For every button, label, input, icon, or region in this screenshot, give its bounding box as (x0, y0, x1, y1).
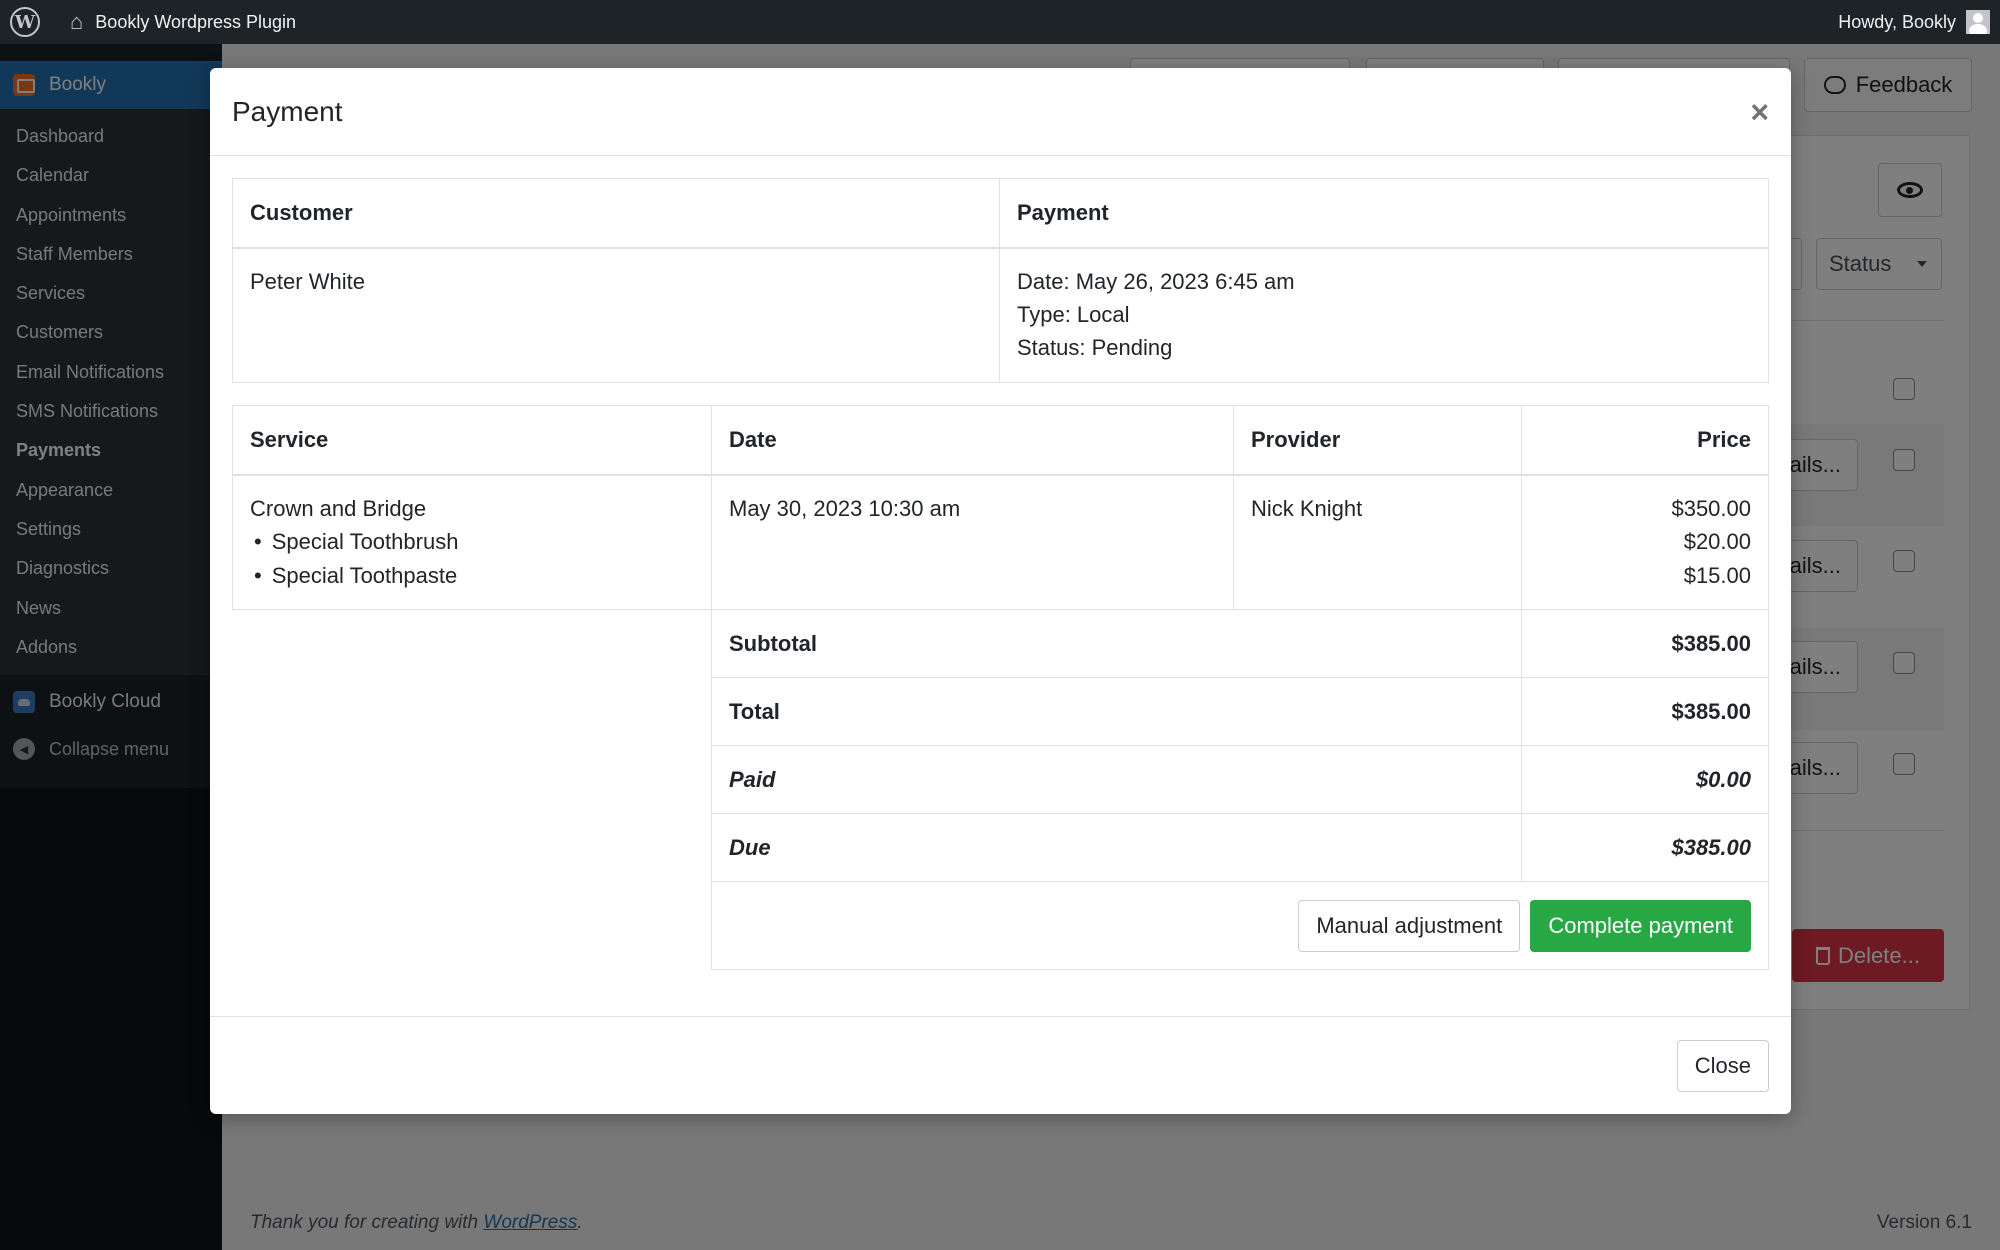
paid-row: Paid $0.00 (233, 745, 1769, 814)
modal-title: Payment (232, 95, 343, 127)
total-row: Total $385.00 (233, 677, 1769, 746)
close-button[interactable]: Close (1676, 1040, 1769, 1092)
payment-modal: Payment × Customer Payment Peter White D… (210, 68, 1791, 1114)
extra-price: $15.00 (1683, 562, 1751, 588)
table-row: Crown and Bridge Special Toothbrush Spec… (232, 474, 1769, 610)
admin-bar: W ⌂ Bookly Wordpress Plugin Howdy, Bookl… (0, 0, 2000, 44)
empty-cell (233, 882, 712, 970)
payment-header: Payment (999, 178, 1769, 249)
modal-header: Payment × (210, 68, 1791, 156)
service-cell: Crown and Bridge Special Toothbrush Spec… (232, 474, 712, 610)
site-name-link[interactable]: Bookly Wordpress Plugin (95, 12, 296, 33)
empty-cell (233, 746, 712, 814)
service-name: Crown and Bridge (250, 495, 427, 521)
customer-payment-table: Customer Payment Peter White Date: May 2… (232, 178, 1769, 383)
close-icon[interactable]: × (1750, 96, 1769, 128)
payment-status: Status: Pending (1017, 334, 1173, 360)
total-label: Total (711, 677, 1522, 746)
subtotal-value: $385.00 (1521, 609, 1769, 678)
payment-date: Date: May 26, 2023 6:45 am (1017, 268, 1295, 294)
paid-label: Paid (711, 745, 1522, 814)
extras-list: Special Toothbrush Special Toothpaste (250, 525, 694, 592)
provider-column-header: Provider (1233, 405, 1522, 476)
actions-row: Manual adjustment Complete payment (233, 881, 1769, 970)
wordpress-logo-icon[interactable]: W (10, 7, 40, 37)
payment-info: Date: May 26, 2023 6:45 am Type: Local S… (999, 247, 1769, 383)
paid-value: $0.00 (1521, 745, 1769, 814)
empty-cell (233, 678, 712, 746)
total-value: $385.00 (1521, 677, 1769, 746)
actions-cell: Manual adjustment Complete payment (711, 881, 1769, 970)
extra-price: $20.00 (1683, 529, 1751, 554)
customer-name: Peter White (232, 247, 1000, 383)
due-row: Due $385.00 (233, 813, 1769, 882)
home-icon[interactable]: ⌂ (70, 9, 83, 35)
payment-type: Type: Local (1017, 301, 1130, 327)
due-value: $385.00 (1521, 813, 1769, 882)
howdy-label: Howdy, Bookly (1838, 11, 1956, 32)
services-table: Service Date Provider Price Crown and Br… (232, 405, 1769, 970)
modal-body: Customer Payment Peter White Date: May 2… (232, 178, 1769, 970)
account-menu[interactable]: Howdy, Bookly (1838, 10, 1990, 34)
price-cell: $350.00 $20.00 $15.00 (1521, 474, 1769, 610)
list-item: Special Toothbrush (250, 525, 694, 559)
service-column-header: Service (232, 405, 712, 476)
provider-name: Nick Knight (1233, 474, 1522, 610)
price-column-header: Price (1521, 405, 1769, 476)
table-row: Peter White Date: May 26, 2023 6:45 am T… (232, 247, 1769, 383)
empty-cell (233, 814, 712, 882)
manual-adjustment-button[interactable]: Manual adjustment (1298, 899, 1521, 952)
avatar (1966, 10, 1990, 34)
list-item: Special Toothpaste (250, 559, 694, 593)
date-column-header: Date (711, 405, 1234, 476)
empty-cell (232, 609, 712, 678)
subtotal-row: Subtotal $385.00 (232, 609, 1769, 678)
complete-payment-button[interactable]: Complete payment (1530, 899, 1751, 952)
service-price: $350.00 (1671, 495, 1751, 521)
due-label: Due (711, 813, 1522, 882)
appointment-date: May 30, 2023 10:30 am (711, 474, 1234, 610)
customer-header: Customer (232, 178, 1000, 249)
subtotal-label: Subtotal (711, 609, 1522, 678)
modal-footer: Close (210, 1016, 1791, 1114)
